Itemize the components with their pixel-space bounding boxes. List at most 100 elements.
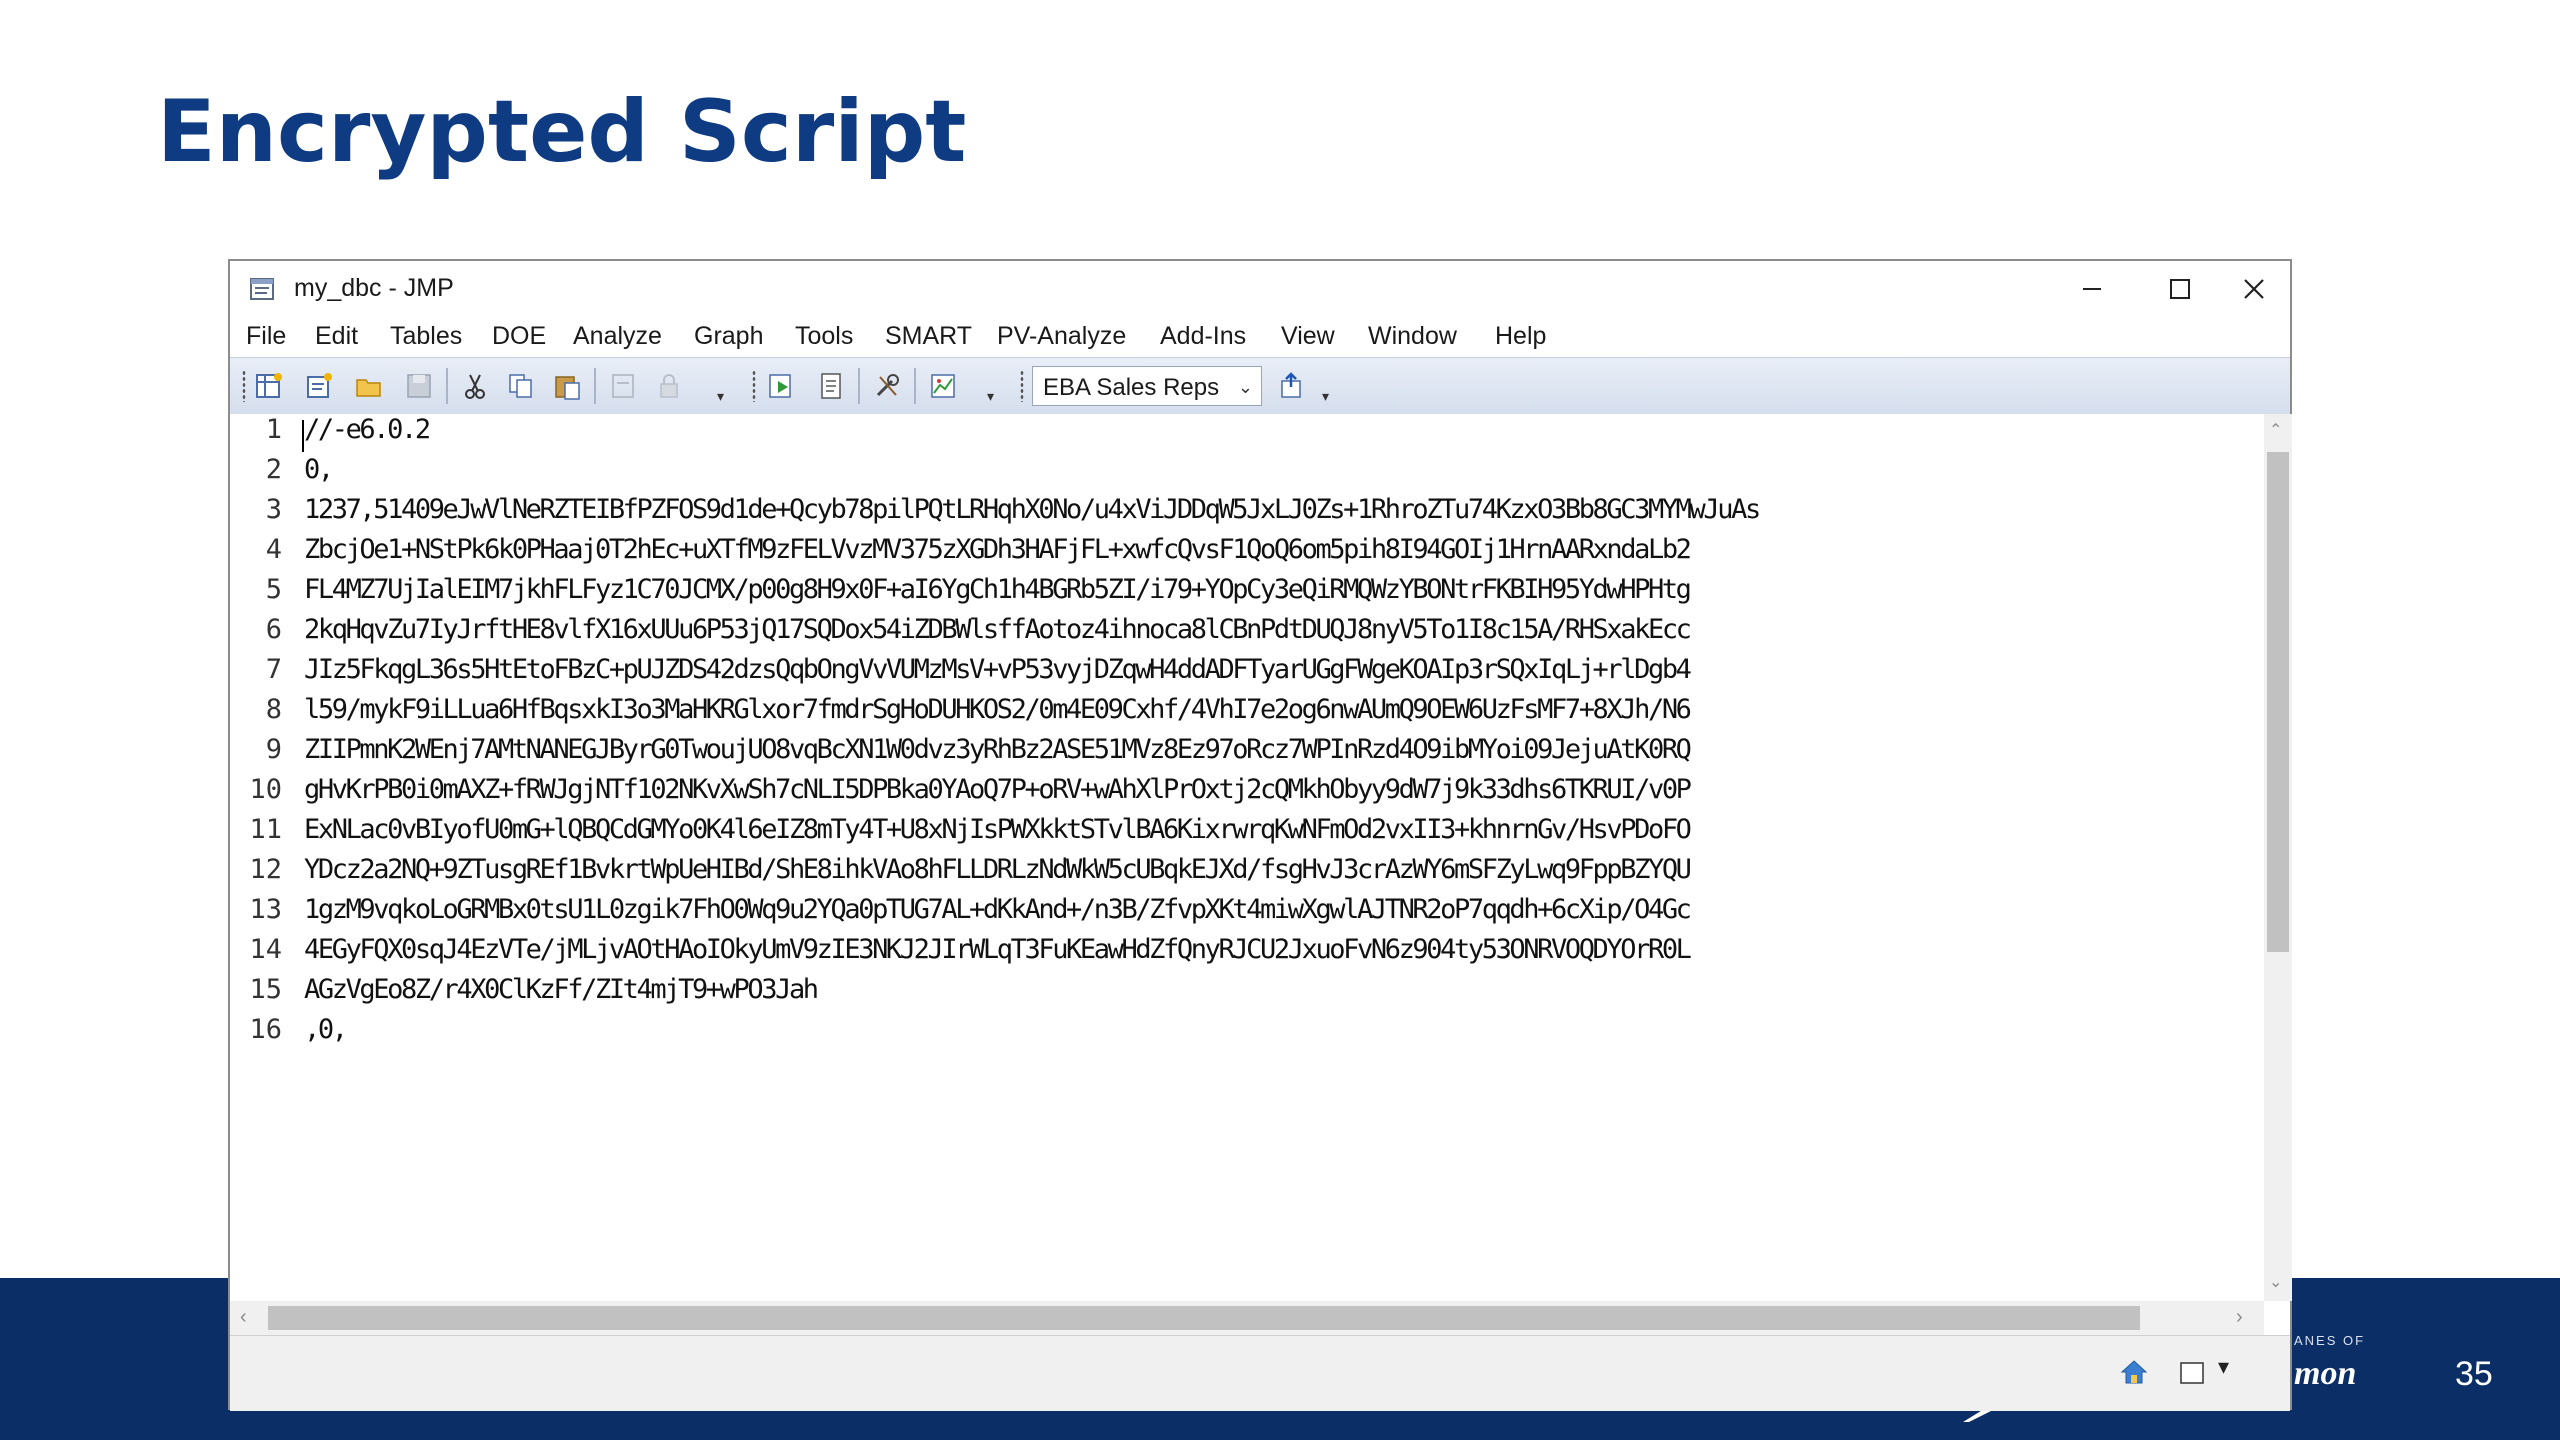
footer-logo: mon	[2294, 1355, 2357, 1392]
menu-graph[interactable]: Graph	[694, 322, 763, 351]
code-line[interactable]: 4EGyFQX0sqJ4EzVTe/jMLjvAOtHAoIOkyUmV9zIE…	[304, 934, 1692, 965]
menu-file[interactable]: File	[246, 322, 286, 351]
minimize-button[interactable]	[2042, 261, 2142, 317]
line-number: 13	[249, 894, 282, 925]
code-line[interactable]: ,0,	[304, 1014, 348, 1045]
toolbar-overflow-icon[interactable]: ▾	[1322, 388, 1329, 405]
horizontal-scrollbar[interactable]: ‹ ›	[230, 1301, 2264, 1335]
menu-analyze[interactable]: Analyze	[573, 322, 662, 351]
line-number: 5	[265, 574, 282, 605]
vertical-scroll-thumb[interactable]	[2267, 452, 2289, 952]
menu-doe[interactable]: DOE	[492, 322, 546, 351]
code-line[interactable]: ExNLac0vBIyofU0mG+lQBQCdGMYo0K4l6eIZ8mTy…	[304, 814, 1692, 845]
slide-page-number: 35	[2455, 1355, 2493, 1393]
minimize-icon	[2083, 288, 2101, 290]
cut-icon[interactable]	[460, 371, 490, 401]
menu-add-ins[interactable]: Add-Ins	[1160, 322, 1246, 351]
footer-logo-caption: ANES OF	[2294, 1333, 2366, 1348]
code-line[interactable]: //-e6.0.2	[304, 414, 431, 445]
code-line[interactable]: 2kqHqvZu7IyJrftHE8vlfX16xUUu6P53jQ17SQDo…	[304, 614, 1692, 645]
data-view-icon[interactable]	[608, 371, 638, 401]
scroll-left-icon[interactable]: ‹	[240, 1306, 247, 1329]
window-list-dropdown-icon[interactable]: ▾	[2218, 1354, 2229, 1380]
code-line[interactable]: ZIIPmnK2WEnj7AMtNANEGJByrG0TwoujUO8vqBcX…	[304, 734, 1692, 765]
graph-builder-icon[interactable]	[928, 371, 958, 401]
line-number: 15	[249, 974, 282, 1005]
run-script-icon[interactable]	[766, 371, 796, 401]
line-number: 8	[265, 694, 282, 725]
close-button[interactable]	[2218, 261, 2290, 317]
horizontal-scroll-thumb[interactable]	[268, 1306, 2140, 1330]
script-editor[interactable]: 1 2 3 4 5 6 7 8 9 10 11 12 13 14 15 16 /…	[230, 414, 2264, 1301]
code-line[interactable]: 1237,51409eJwVlNeRZTEIBfPZFOS9d1de+Qcyb7…	[304, 494, 1761, 525]
window-title: my_dbc - JMP	[294, 274, 454, 302]
menu-window[interactable]: Window	[1368, 322, 1457, 351]
line-number: 9	[265, 734, 282, 765]
code-line[interactable]: ZbcjOe1+NStPk6k0PHaaj0T2hEc+uXTfM9zFELVv…	[304, 534, 1692, 565]
toolbar-overflow-icon[interactable]: ▾	[987, 388, 994, 405]
toolbar-separator	[446, 368, 448, 404]
code-line[interactable]: YDcz2a2NQ+9ZTusgREf1BvkrtWpUeHIBd/ShE8ih…	[304, 854, 1692, 885]
tools-icon[interactable]	[872, 371, 902, 401]
toolbar-separator	[914, 368, 916, 404]
save-icon[interactable]	[404, 371, 434, 401]
line-number: 1	[265, 414, 282, 445]
menu-help[interactable]: Help	[1495, 322, 1546, 351]
toolbar: ▾ ▾ EBA Sales Reps ⌄ ▾	[230, 357, 2290, 415]
new-script-icon[interactable]	[304, 371, 334, 401]
menu-pv-analyze[interactable]: PV-Analyze	[997, 322, 1126, 351]
line-number: 14	[249, 934, 282, 965]
line-number: 2	[265, 454, 282, 485]
close-icon	[2244, 279, 2264, 299]
scroll-up-icon[interactable]: ⌃	[2269, 420, 2282, 440]
maximize-button[interactable]	[2142, 261, 2218, 317]
open-icon[interactable]	[354, 371, 384, 401]
line-number: 7	[265, 654, 282, 685]
line-number: 11	[249, 814, 282, 845]
line-number: 10	[249, 774, 282, 805]
code-line[interactable]: 1gzM9vqkoLoGRMBx0tsU1L0zgik7FhO0Wq9u2YQa…	[304, 894, 1692, 925]
jmp-script-icon	[250, 278, 274, 300]
log-icon[interactable]	[816, 371, 846, 401]
code-line[interactable]: l59/mykF9iLLua6HfBqsxkI3o3MaHKRGlxor7fmd…	[304, 694, 1692, 725]
table-selector-dropdown[interactable]: EBA Sales Reps ⌄	[1032, 366, 1262, 406]
table-selector-value: EBA Sales Reps	[1043, 374, 1220, 401]
paste-icon[interactable]	[552, 371, 582, 401]
toolbar-grip[interactable]	[1020, 370, 1024, 402]
insert-icon[interactable]	[1276, 371, 1306, 401]
code-line[interactable]: AGzVgEo8Z/r4X0ClKzFf/ZIt4mjT9+wPO3Jah	[304, 974, 819, 1005]
window-list-icon[interactable]	[2178, 1358, 2206, 1386]
code-line[interactable]: FL4MZ7UjIalEIM7jkhFLFyz1C70JCMX/p00g8H9x…	[304, 574, 1692, 605]
new-data-table-icon[interactable]	[254, 371, 284, 401]
toolbar-grip[interactable]	[242, 370, 246, 402]
scroll-down-icon[interactable]: ⌄	[2269, 1272, 2282, 1292]
code-line[interactable]: 0,	[304, 454, 334, 485]
slide-title: Encrypted Script	[157, 82, 967, 182]
menu-tools[interactable]: Tools	[795, 322, 853, 351]
code-line[interactable]: JIz5FkqgL36s5HtEtoFBzC+pUJZDS42dzsQqbOng…	[304, 654, 1692, 685]
menu-edit[interactable]: Edit	[315, 322, 358, 351]
status-bar: ▾	[230, 1335, 2290, 1411]
menu-tables[interactable]: Tables	[390, 322, 462, 351]
title-bar[interactable]: my_dbc - JMP	[230, 261, 2290, 317]
chevron-down-icon: ⌄	[1237, 377, 1253, 397]
line-number: 3	[265, 494, 282, 525]
menu-bar: File Edit Tables DOE Analyze Graph Tools…	[230, 317, 2290, 357]
toolbar-overflow-icon[interactable]: ▾	[717, 388, 724, 405]
vertical-scrollbar[interactable]: ⌃ ⌄	[2264, 414, 2292, 1301]
lock-icon[interactable]	[654, 371, 684, 401]
line-number: 16	[249, 1014, 282, 1045]
toolbar-grip[interactable]	[752, 370, 756, 402]
line-number: 12	[249, 854, 282, 885]
copy-icon[interactable]	[506, 371, 536, 401]
line-number: 6	[265, 614, 282, 645]
line-number: 4	[265, 534, 282, 565]
code-line[interactable]: gHvKrPB0i0mAXZ+fRWJgjNTf102NKvXwSh7cNLI5…	[304, 774, 1692, 805]
menu-view[interactable]: View	[1281, 322, 1335, 351]
menu-smart[interactable]: SMART	[885, 322, 972, 351]
home-icon[interactable]	[2120, 1358, 2148, 1386]
scroll-right-icon[interactable]: ›	[2236, 1306, 2243, 1329]
toolbar-separator	[594, 368, 596, 404]
maximize-icon	[2170, 279, 2190, 299]
jmp-script-window: my_dbc - JMP File Edit Tables DOE Analyz…	[228, 259, 2292, 1411]
